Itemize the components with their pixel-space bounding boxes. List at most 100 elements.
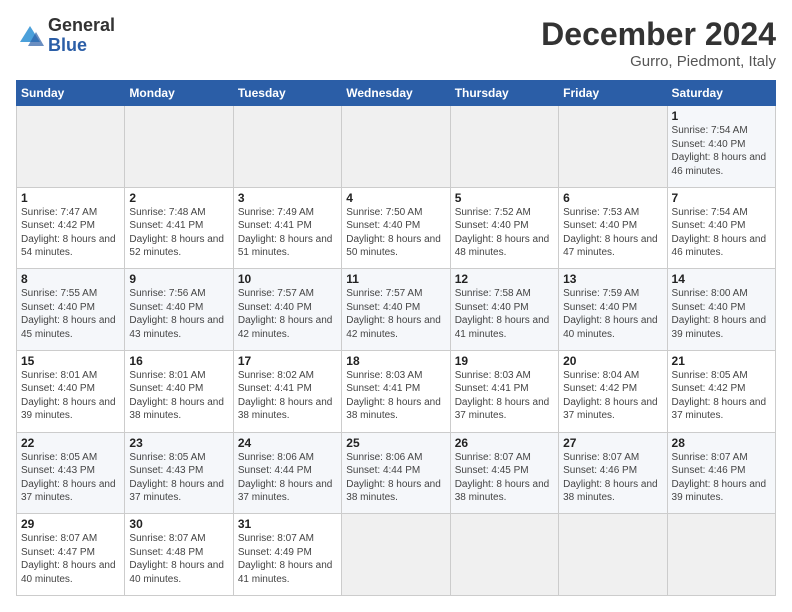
day-info: Sunrise: 8:07 AMSunset: 4:45 PMDaylight:…	[455, 451, 554, 505]
sunset-text: Sunset: 4:42 PM	[563, 383, 637, 394]
day-number: 1	[672, 109, 771, 123]
calendar-cell: 29Sunrise: 8:07 AMSunset: 4:47 PMDayligh…	[17, 514, 125, 596]
day-info: Sunrise: 7:49 AMSunset: 4:41 PMDaylight:…	[238, 206, 337, 260]
sunrise-text: Sunrise: 8:07 AM	[21, 533, 97, 544]
calendar-header-tuesday: Tuesday	[233, 81, 341, 106]
sunrise-text: Sunrise: 8:04 AM	[563, 370, 639, 381]
sunset-text: Sunset: 4:41 PM	[238, 383, 312, 394]
calendar-cell: 27Sunrise: 8:07 AMSunset: 4:46 PMDayligh…	[559, 432, 667, 514]
day-info: Sunrise: 8:02 AMSunset: 4:41 PMDaylight:…	[238, 369, 337, 423]
calendar-week-4: 22Sunrise: 8:05 AMSunset: 4:43 PMDayligh…	[17, 432, 776, 514]
calendar-cell: 25Sunrise: 8:06 AMSunset: 4:44 PMDayligh…	[342, 432, 450, 514]
daylight-text: Daylight: 8 hours and 38 minutes.	[346, 397, 441, 422]
daylight-text: Daylight: 8 hours and 37 minutes.	[563, 397, 658, 422]
sunrise-text: Sunrise: 7:50 AM	[346, 207, 422, 218]
sunrise-text: Sunrise: 8:00 AM	[672, 288, 748, 299]
day-info: Sunrise: 7:48 AMSunset: 4:41 PMDaylight:…	[129, 206, 228, 260]
calendar-cell: 30Sunrise: 8:07 AMSunset: 4:48 PMDayligh…	[125, 514, 233, 596]
title-block: December 2024 Gurro, Piedmont, Italy	[541, 16, 776, 70]
day-info: Sunrise: 8:03 AMSunset: 4:41 PMDaylight:…	[455, 369, 554, 423]
day-info: Sunrise: 7:52 AMSunset: 4:40 PMDaylight:…	[455, 206, 554, 260]
calendar-cell: 5Sunrise: 7:52 AMSunset: 4:40 PMDaylight…	[450, 187, 558, 269]
day-info: Sunrise: 7:57 AMSunset: 4:40 PMDaylight:…	[346, 287, 445, 341]
daylight-text: Daylight: 8 hours and 39 minutes.	[21, 397, 116, 422]
day-number: 5	[455, 191, 554, 205]
calendar-header-friday: Friday	[559, 81, 667, 106]
day-number: 31	[238, 517, 337, 531]
sunset-text: Sunset: 4:40 PM	[672, 302, 746, 313]
daylight-text: Daylight: 8 hours and 43 minutes.	[129, 315, 224, 340]
sunset-text: Sunset: 4:40 PM	[129, 302, 203, 313]
daylight-text: Daylight: 8 hours and 45 minutes.	[21, 315, 116, 340]
sunset-text: Sunset: 4:40 PM	[346, 220, 420, 231]
day-number: 17	[238, 354, 337, 368]
day-number: 16	[129, 354, 228, 368]
sunset-text: Sunset: 4:40 PM	[129, 383, 203, 394]
calendar-cell: 15Sunrise: 8:01 AMSunset: 4:40 PMDayligh…	[17, 350, 125, 432]
calendar-header-wednesday: Wednesday	[342, 81, 450, 106]
sunset-text: Sunset: 4:41 PM	[238, 220, 312, 231]
calendar-cell	[342, 106, 450, 188]
page: General Blue December 2024 Gurro, Piedmo…	[0, 0, 792, 612]
sunrise-text: Sunrise: 8:05 AM	[129, 452, 205, 463]
calendar-cell	[17, 106, 125, 188]
calendar-cell: 1Sunrise: 7:54 AMSunset: 4:40 PMDaylight…	[667, 106, 775, 188]
day-info: Sunrise: 7:54 AMSunset: 4:40 PMDaylight:…	[672, 206, 771, 260]
calendar-header-row: SundayMondayTuesdayWednesdayThursdayFrid…	[17, 81, 776, 106]
logo: General Blue	[16, 16, 115, 56]
sunrise-text: Sunrise: 8:05 AM	[21, 452, 97, 463]
daylight-text: Daylight: 8 hours and 40 minutes.	[21, 560, 116, 585]
calendar-cell	[450, 106, 558, 188]
day-number: 14	[672, 272, 771, 286]
day-info: Sunrise: 7:59 AMSunset: 4:40 PMDaylight:…	[563, 287, 662, 341]
daylight-text: Daylight: 8 hours and 40 minutes.	[563, 315, 658, 340]
daylight-text: Daylight: 8 hours and 42 minutes.	[346, 315, 441, 340]
day-number: 7	[672, 191, 771, 205]
day-info: Sunrise: 8:05 AMSunset: 4:42 PMDaylight:…	[672, 369, 771, 423]
logo-text: General Blue	[48, 16, 115, 56]
day-info: Sunrise: 8:01 AMSunset: 4:40 PMDaylight:…	[129, 369, 228, 423]
daylight-text: Daylight: 8 hours and 54 minutes.	[21, 234, 116, 259]
sunrise-text: Sunrise: 8:06 AM	[238, 452, 314, 463]
sunset-text: Sunset: 4:40 PM	[563, 302, 637, 313]
daylight-text: Daylight: 8 hours and 37 minutes.	[129, 479, 224, 504]
calendar-cell: 13Sunrise: 7:59 AMSunset: 4:40 PMDayligh…	[559, 269, 667, 351]
daylight-text: Daylight: 8 hours and 50 minutes.	[346, 234, 441, 259]
sunset-text: Sunset: 4:46 PM	[563, 465, 637, 476]
sunset-text: Sunset: 4:41 PM	[346, 383, 420, 394]
sunrise-text: Sunrise: 7:55 AM	[21, 288, 97, 299]
calendar-week-3: 15Sunrise: 8:01 AMSunset: 4:40 PMDayligh…	[17, 350, 776, 432]
calendar-cell: 20Sunrise: 8:04 AMSunset: 4:42 PMDayligh…	[559, 350, 667, 432]
day-number: 6	[563, 191, 662, 205]
calendar-cell: 7Sunrise: 7:54 AMSunset: 4:40 PMDaylight…	[667, 187, 775, 269]
calendar-cell: 22Sunrise: 8:05 AMSunset: 4:43 PMDayligh…	[17, 432, 125, 514]
calendar-header-monday: Monday	[125, 81, 233, 106]
calendar-header-saturday: Saturday	[667, 81, 775, 106]
day-info: Sunrise: 8:06 AMSunset: 4:44 PMDaylight:…	[346, 451, 445, 505]
sunset-text: Sunset: 4:40 PM	[563, 220, 637, 231]
daylight-text: Daylight: 8 hours and 38 minutes.	[563, 479, 658, 504]
day-number: 25	[346, 436, 445, 450]
sunrise-text: Sunrise: 8:05 AM	[672, 370, 748, 381]
calendar-cell: 16Sunrise: 8:01 AMSunset: 4:40 PMDayligh…	[125, 350, 233, 432]
day-info: Sunrise: 8:07 AMSunset: 4:46 PMDaylight:…	[563, 451, 662, 505]
sunrise-text: Sunrise: 8:03 AM	[346, 370, 422, 381]
daylight-text: Daylight: 8 hours and 37 minutes.	[455, 397, 550, 422]
calendar-cell: 9Sunrise: 7:56 AMSunset: 4:40 PMDaylight…	[125, 269, 233, 351]
sunset-text: Sunset: 4:48 PM	[129, 547, 203, 558]
calendar-cell: 8Sunrise: 7:55 AMSunset: 4:40 PMDaylight…	[17, 269, 125, 351]
day-number: 28	[672, 436, 771, 450]
daylight-text: Daylight: 8 hours and 46 minutes.	[672, 152, 767, 177]
sunset-text: Sunset: 4:40 PM	[672, 220, 746, 231]
calendar-cell: 14Sunrise: 8:00 AMSunset: 4:40 PMDayligh…	[667, 269, 775, 351]
daylight-text: Daylight: 8 hours and 41 minutes.	[238, 560, 333, 585]
sunset-text: Sunset: 4:40 PM	[346, 302, 420, 313]
day-number: 3	[238, 191, 337, 205]
header: General Blue December 2024 Gurro, Piedmo…	[16, 16, 776, 70]
day-info: Sunrise: 8:07 AMSunset: 4:47 PMDaylight:…	[21, 532, 120, 586]
calendar-cell: 12Sunrise: 7:58 AMSunset: 4:40 PMDayligh…	[450, 269, 558, 351]
day-info: Sunrise: 8:07 AMSunset: 4:49 PMDaylight:…	[238, 532, 337, 586]
sunset-text: Sunset: 4:49 PM	[238, 547, 312, 558]
sunset-text: Sunset: 4:40 PM	[238, 302, 312, 313]
daylight-text: Daylight: 8 hours and 46 minutes.	[672, 234, 767, 259]
